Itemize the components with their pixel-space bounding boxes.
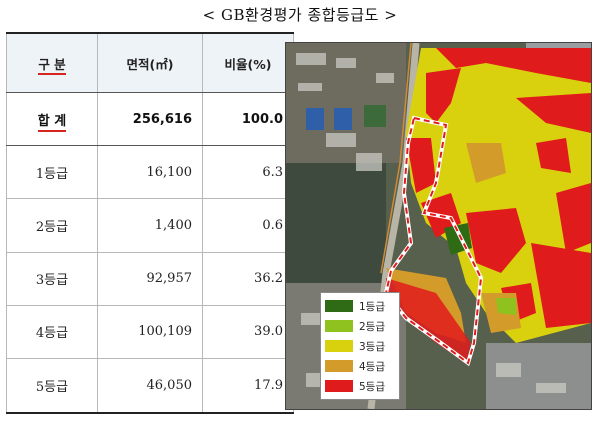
table-row: 5등급 46,050 17.9: [6, 358, 294, 414]
header-ratio: 비율(%): [202, 32, 294, 93]
grade-area: 1,400: [97, 198, 203, 253]
grade-ratio: 39.0: [202, 305, 294, 359]
legend-item: 3등급: [325, 336, 395, 356]
legend-item: 4등급: [325, 356, 395, 376]
table-row: 1등급 16,100 6.3: [6, 145, 294, 200]
map-legend: 1등급 2등급 3등급 4등급 5등급: [320, 292, 400, 400]
grade-label: 4등급: [6, 305, 98, 359]
legend-label: 2등급: [359, 320, 386, 333]
legend-swatch-grade4: [325, 360, 353, 372]
grade-label: 2등급: [6, 198, 98, 253]
legend-swatch-grade3: [325, 340, 353, 352]
total-ratio: 100.0: [202, 92, 294, 147]
table-header-row: 구 분 면적(㎡) 비율(%): [6, 32, 294, 93]
grade-ratio: 0.6: [202, 198, 294, 253]
header-category: 구 분: [6, 32, 98, 93]
total-area: 256,616: [97, 92, 203, 147]
legend-swatch-grade1: [325, 300, 353, 312]
legend-item: 5등급: [325, 376, 395, 396]
grade-ratio: 36.2: [202, 252, 294, 306]
table-row: 3등급 92,957 36.2: [6, 252, 294, 306]
legend-item: 1등급: [325, 296, 395, 316]
table-row: 4등급 100,109 39.0: [6, 305, 294, 359]
grade-area-table: 구 분 면적(㎡) 비율(%) 합 계 256,616 100.0 1등급 16…: [6, 32, 294, 414]
grade-area: 16,100: [97, 145, 203, 200]
header-area: 면적(㎡): [97, 32, 203, 93]
grade-label: 5등급: [6, 358, 98, 414]
grade-label: 3등급: [6, 252, 98, 306]
legend-item: 2등급: [325, 316, 395, 336]
grade-ratio: 17.9: [202, 358, 294, 414]
grade-area: 100,109: [97, 305, 203, 359]
legend-swatch-grade5: [325, 380, 353, 392]
total-label: 합 계: [6, 92, 98, 147]
legend-label: 4등급: [359, 360, 386, 373]
grade-label: 1등급: [6, 145, 98, 200]
table-row: 2등급 1,400 0.6: [6, 198, 294, 253]
grade-area: 46,050: [97, 358, 203, 414]
table-row-total: 합 계 256,616 100.0: [6, 92, 294, 147]
page-title: < GB환경평가 종합등급도 >: [202, 6, 398, 24]
grade-ratio: 6.3: [202, 145, 294, 200]
legend-label: 1등급: [359, 300, 386, 313]
grade-area: 92,957: [97, 252, 203, 306]
legend-swatch-grade2: [325, 320, 353, 332]
legend-label: 3등급: [359, 340, 386, 353]
legend-label: 5등급: [359, 380, 386, 393]
